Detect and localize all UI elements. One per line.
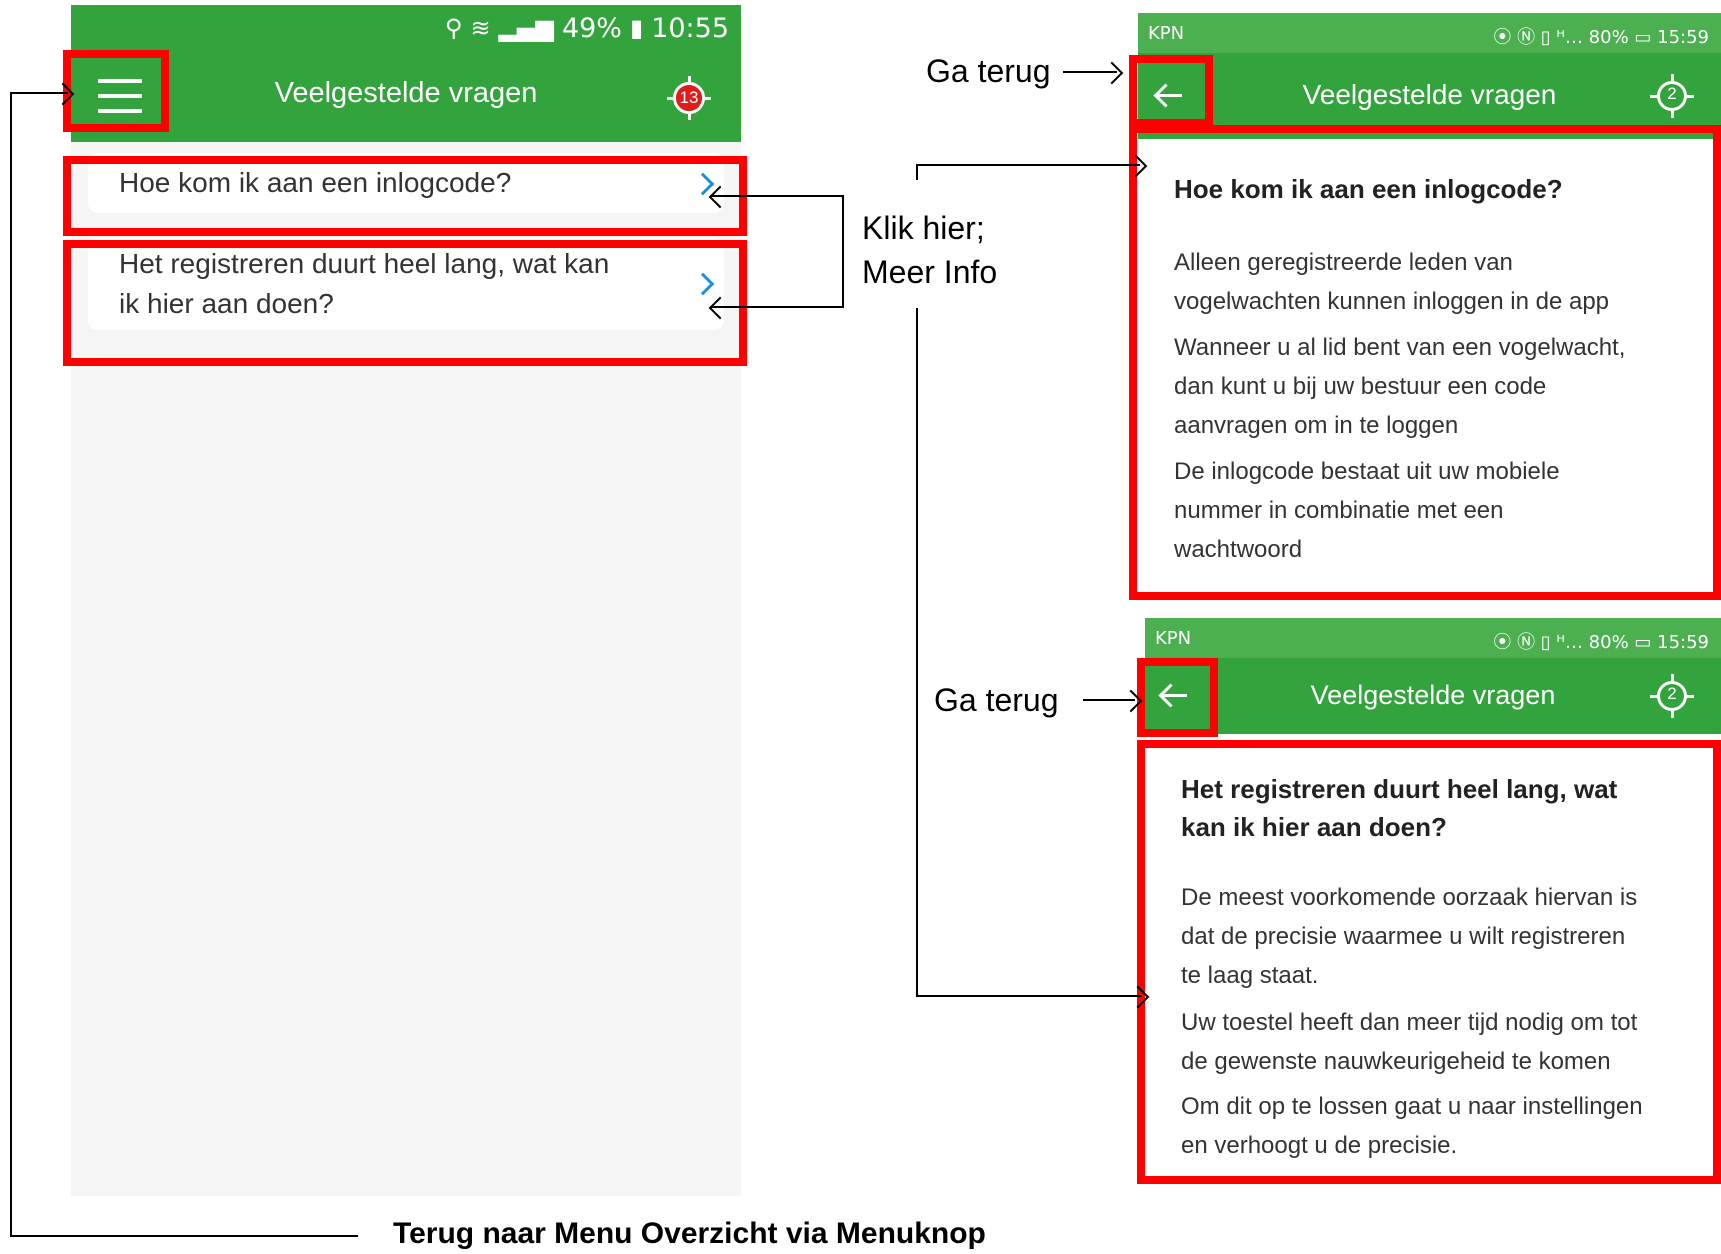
faq-detail-registreren-screen: KPN ⦿ Ⓝ ▯ ᴴ… 80% ▭ 15:59 Veelgestelde vr… bbox=[1145, 618, 1721, 1181]
faq-question-line1: Het registreren duurt heel lang, wat kan bbox=[119, 248, 610, 279]
faq-item-inlogcode[interactable]: Hoe kom ik aan een inlogcode? bbox=[88, 153, 724, 213]
annotation-connector bbox=[916, 308, 918, 996]
signal-icon: ▂▄▆ bbox=[498, 14, 554, 42]
faq-detail-paragraph: Om dit op te lossen gaat u naar instelli… bbox=[1181, 1093, 1643, 1159]
app-bar: Veelgestelde vragen 2 bbox=[1145, 658, 1721, 734]
status-bar: KPN ⦿ Ⓝ ▯ ᴴ… 80% ▭ 15:59 bbox=[1138, 13, 1721, 53]
battery-icon: ▮ bbox=[629, 14, 644, 42]
annotation-connector bbox=[10, 1235, 358, 1237]
faq-detail-inlogcode-screen: KPN ⦿ Ⓝ ▯ ᴴ… 80% ▭ 15:59 Veelgestelde vr… bbox=[1138, 13, 1721, 596]
app-bar: Veelgestelde vragen 13 bbox=[71, 51, 741, 142]
page-title: Veelgestelde vragen bbox=[1302, 79, 1557, 110]
page-title: Veelgestelde vragen bbox=[1310, 680, 1556, 710]
annotation-click-here: Klik hier; bbox=[862, 210, 985, 246]
gps-target-icon[interactable]: 13 bbox=[667, 76, 711, 120]
status-time: 10:55 bbox=[651, 12, 729, 44]
wifi-icon: ≋ bbox=[470, 14, 491, 42]
chevron-right-icon bbox=[691, 272, 715, 296]
faq-question-line2: ik hier aan doen? bbox=[119, 288, 334, 319]
status-bar: KPN ⦿ Ⓝ ▯ ᴴ… 80% ▭ 15:59 bbox=[1145, 618, 1721, 658]
annotation-go-back-top: Ga terug bbox=[926, 53, 1051, 89]
gps-target-icon[interactable]: 2 bbox=[1650, 674, 1694, 718]
annotation-connector bbox=[842, 195, 844, 308]
gps-number: 2 bbox=[1667, 84, 1677, 103]
arrowhead-icon bbox=[1119, 689, 1143, 713]
faq-list-screen: ⚲ ≋ ▂▄▆ 49% ▮ 10:55 Veelgestelde vragen … bbox=[71, 5, 741, 1196]
location-icon: ⚲ bbox=[444, 14, 463, 42]
status-bar: ⚲ ≋ ▂▄▆ 49% ▮ 10:55 bbox=[71, 5, 741, 51]
gps-number: 2 bbox=[1667, 684, 1677, 703]
annotation-arrow bbox=[916, 995, 1142, 997]
gps-count-badge: 13 bbox=[676, 85, 702, 111]
faq-detail-paragraph: Wanneer u al lid bent van een vogelwacht… bbox=[1174, 334, 1626, 439]
faq-detail-paragraph: De inlogcode bestaat uit uw mobiele numm… bbox=[1174, 458, 1560, 563]
faq-detail-title: Het registreren duurt heel lang, wat kan… bbox=[1181, 774, 1618, 842]
annotation-menu-back: Terug naar Menu Overzicht via Menuknop bbox=[393, 1217, 986, 1250]
annotation-connector bbox=[10, 92, 12, 1237]
gps-target-icon[interactable]: 2 bbox=[1650, 74, 1694, 118]
faq-detail-paragraph: Alleen geregistreerde leden van vogelwac… bbox=[1174, 249, 1610, 315]
page-title: Veelgestelde vragen bbox=[274, 77, 538, 109]
carrier-label: KPN bbox=[1155, 628, 1192, 649]
annotation-connector bbox=[916, 164, 918, 180]
faq-detail-paragraph: De meest voorkomende oorzaak hiervan is … bbox=[1181, 884, 1638, 989]
carrier-label: KPN bbox=[1148, 23, 1185, 44]
faq-question: Hoe kom ik aan een inlogcode? bbox=[119, 167, 512, 198]
faq-detail-title: Hoe kom ik aan een inlogcode? bbox=[1174, 174, 1563, 204]
battery-percentage: 49% bbox=[561, 12, 622, 44]
chevron-right-icon bbox=[691, 172, 715, 196]
app-bar: Veelgestelde vragen 2 bbox=[1138, 53, 1721, 139]
status-indicators: ⦿ Ⓝ ▯ ᴴ… 80% ▭ 15:59 bbox=[1493, 632, 1709, 653]
annotation-arrow bbox=[916, 164, 1140, 166]
annotation-more-info: Meer Info bbox=[862, 254, 998, 290]
annotation-go-back-bottom: Ga terug bbox=[934, 682, 1059, 718]
faq-detail-paragraph: Uw toestel heeft dan meer tijd nodig om … bbox=[1181, 1009, 1638, 1075]
arrowhead-icon bbox=[1100, 61, 1124, 85]
status-indicators: ⦿ Ⓝ ▯ ᴴ… 80% ▭ 15:59 bbox=[1493, 27, 1709, 48]
faq-item-registreren[interactable]: Het registreren duurt heel lang, wat kan… bbox=[88, 238, 724, 330]
